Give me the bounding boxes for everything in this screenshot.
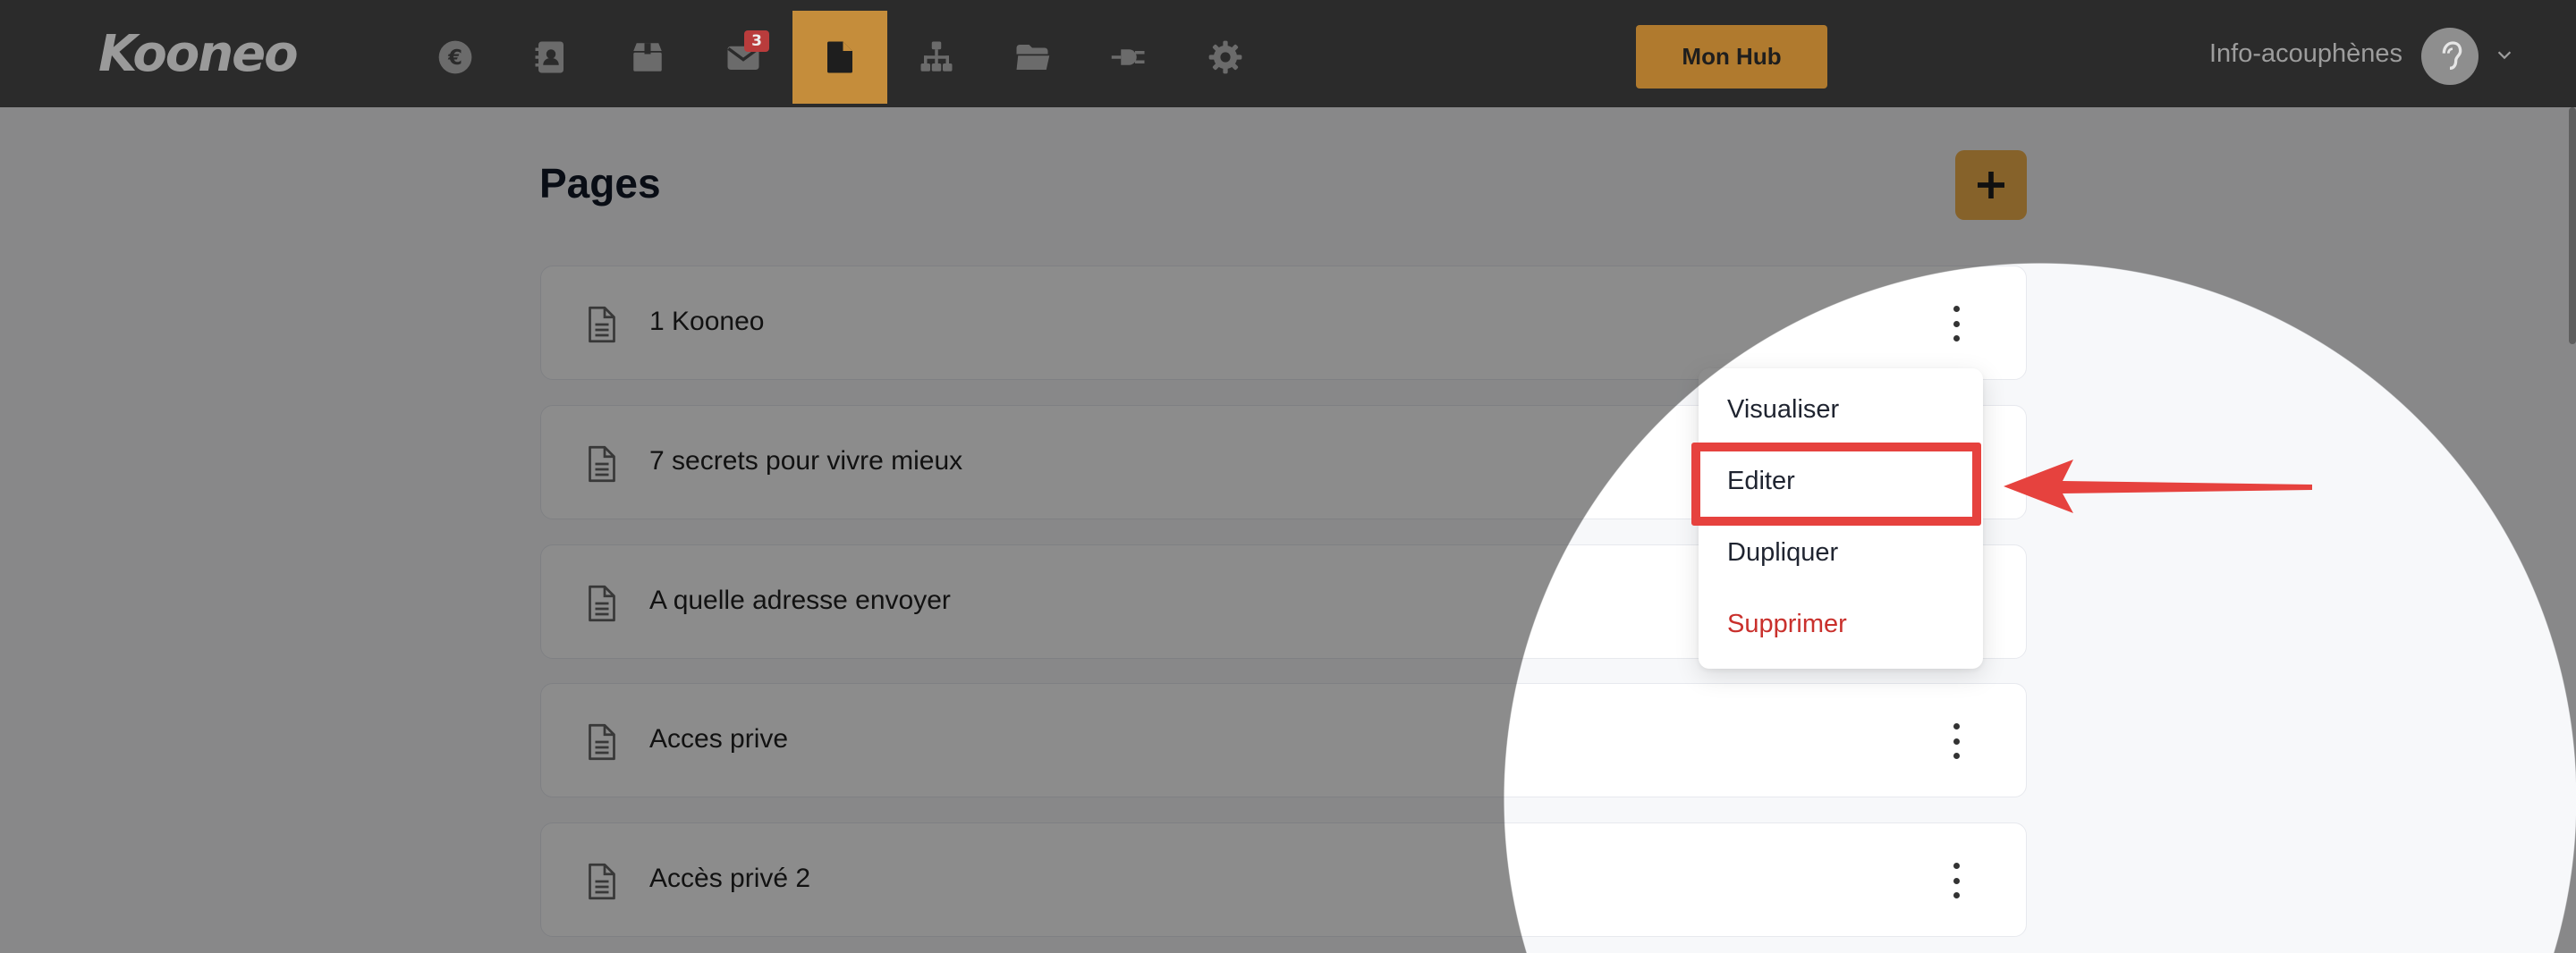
- nav-settings-gear-icon[interactable]: [1178, 11, 1273, 104]
- page-icon: [827, 41, 852, 73]
- plug-icon: [1111, 49, 1145, 65]
- chevron-down-icon[interactable]: [2495, 45, 2514, 64]
- mail-count-badge: 3: [744, 30, 769, 52]
- scrollbar[interactable]: [2569, 107, 2576, 344]
- euro-icon: €: [438, 40, 472, 74]
- nav-pages-icon[interactable]: [792, 11, 887, 104]
- kooneo-logo[interactable]: Kooneo: [98, 25, 299, 83]
- sitemap-icon: [920, 41, 953, 72]
- svg-text:€: €: [447, 46, 462, 70]
- nav-sitemap-icon[interactable]: [889, 11, 984, 104]
- spotlight-overlay: [0, 107, 2576, 953]
- nav-mail-icon[interactable]: 3: [696, 11, 791, 104]
- products-box-icon: [633, 43, 662, 72]
- avatar[interactable]: [2421, 28, 2479, 85]
- mon-hub-button[interactable]: Mon Hub: [1636, 25, 1827, 89]
- nav-plug-icon[interactable]: [1081, 11, 1176, 104]
- nav-contacts-icon[interactable]: [504, 11, 598, 104]
- nav-products-box-icon[interactable]: [600, 11, 695, 104]
- folder-icon: [1016, 45, 1050, 70]
- gear-icon: [1208, 40, 1242, 74]
- user-name[interactable]: Info-acouphènes: [2209, 39, 2402, 69]
- contacts-icon: [535, 41, 564, 73]
- highlight-box: [1691, 443, 1981, 526]
- pointer-arrow-icon: [2004, 460, 2312, 513]
- nav-sales-euro-icon[interactable]: €: [408, 11, 503, 104]
- top-navbar: Kooneo € 3 Mon Hub Info-acouphènes: [0, 0, 2576, 107]
- ear-avatar-icon: [2442, 41, 2462, 70]
- nav-folder-icon[interactable]: [985, 11, 1080, 104]
